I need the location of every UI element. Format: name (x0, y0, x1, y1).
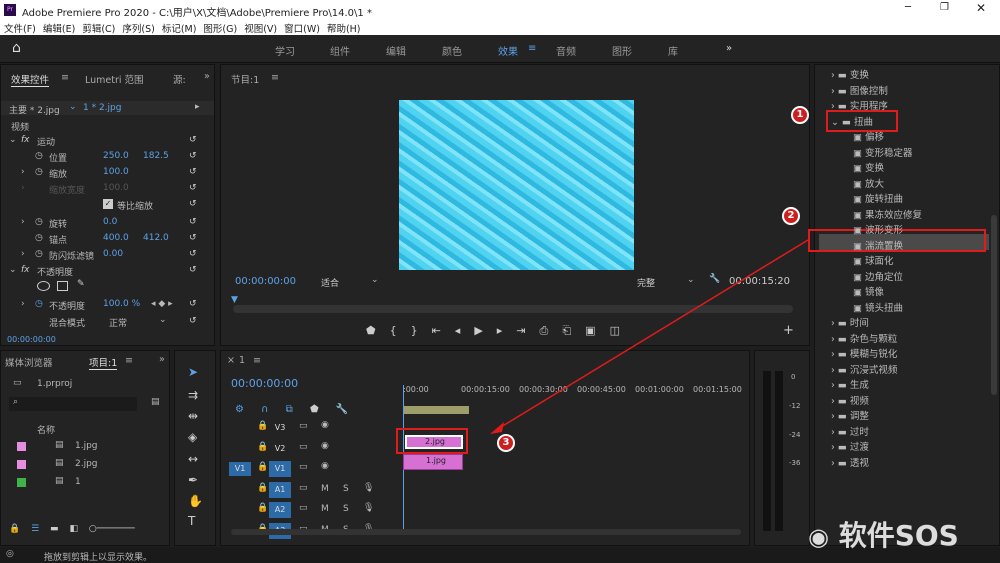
effect-label: 果冻效应修复 (865, 209, 923, 221)
watermark: ◉ 软件SOS (808, 514, 959, 554)
effect-icon: ▣ (853, 209, 862, 221)
effect-icon: ▣ (853, 132, 862, 143)
watermark-logo-icon: ◉ (808, 523, 829, 551)
effect-label: 镜像 (865, 287, 885, 298)
effect-item[interactable]: ▣ 变形稳定器 (853, 145, 913, 159)
effect-item[interactable]: ▣ 镜像 (853, 284, 884, 298)
effect-item[interactable]: ▣ 果冻效应修复 (853, 207, 922, 221)
effect-icon: ▣ (853, 147, 862, 159)
effect-icon: ▣ (853, 302, 862, 314)
effect-label: 镜头扭曲 (865, 302, 904, 314)
effect-label: 偏移 (865, 132, 885, 143)
effect-icon: ▣ (853, 256, 862, 267)
effect-icon: ▣ (853, 240, 862, 252)
effect-icon: ▣ (853, 287, 862, 298)
effect-label: 放大 (865, 178, 885, 190)
effect-label: 球面化 (865, 256, 894, 267)
effect-item[interactable]: ▣ 湍流置换 (853, 238, 903, 252)
effect-item[interactable]: ▣ 放大 (853, 176, 884, 190)
effect-item[interactable]: ▣ 波形变形 (853, 222, 903, 236)
effect-label: 边角定位 (865, 271, 904, 283)
effect-label: 旋转扭曲 (865, 194, 904, 205)
effect-item[interactable]: ▣ 边角定位 (853, 269, 903, 283)
drag-arrow (490, 239, 809, 434)
effect-icon: ▣ (853, 163, 862, 174)
effect-item[interactable]: ▣ 镜头扭曲 (853, 300, 903, 314)
effect-icon: ▣ (853, 225, 862, 236)
effect-item[interactable]: ▣ 旋转扭曲 (853, 191, 903, 205)
effect-item[interactable]: ▣ 球面化 (853, 253, 894, 267)
effect-icon: ▣ (853, 194, 862, 205)
watermark-text: 软件SOS (838, 519, 959, 552)
effect-item[interactable]: ▣ 偏移 (853, 129, 884, 143)
effect-label: 变换 (865, 163, 885, 174)
effect-icon: ▣ (853, 271, 862, 283)
effect-icon: ▣ (853, 178, 862, 190)
effect-item[interactable]: ▣ 变换 (853, 160, 884, 174)
effect-label: 湍流置换 (865, 240, 904, 252)
effect-label: 波形变形 (865, 225, 904, 236)
effect-label: 变形稳定器 (865, 147, 913, 159)
